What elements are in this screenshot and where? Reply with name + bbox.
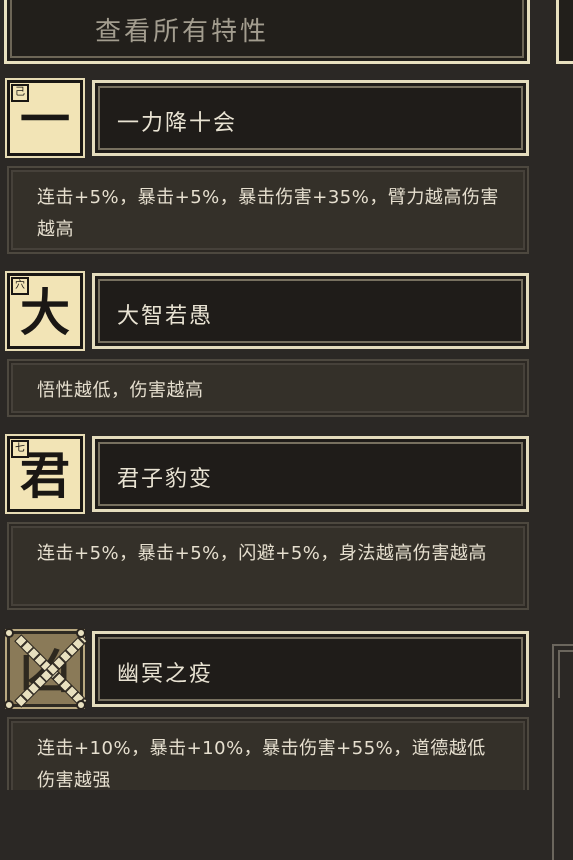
trait-name: 一力降十会 [117, 111, 238, 136]
header-panel: 查看所有特性 [4, 0, 530, 64]
trait-list: 己 一 一力降十会 连击+5%，暴击+5%，暴击伤害+35%，臂力越高伤害越高 … [0, 0, 550, 860]
chain-lock-icon [76, 700, 86, 710]
trait-name-box: 幽冥之疫 [92, 631, 529, 707]
trait-description-box: 连击+5%，暴击+5%，闪避+5%，身法越高伤害越高 [7, 522, 529, 610]
side-panel-frame [552, 644, 573, 860]
trait-name: 大智若愚 [117, 304, 214, 329]
trait-item[interactable]: 己 一 一力降十会 连击+5%，暴击+5%，暴击伤害+35%，臂力越高伤害越高 [0, 80, 550, 255]
chain-lock-icon [76, 628, 86, 638]
trait-description: 连击+5%，暴击+5%，暴击伤害+35%，臂力越高伤害越高 [37, 187, 499, 240]
list-bottom-mask [0, 790, 550, 860]
trait-icon: 七 君 [7, 436, 83, 512]
trait-description-box: 连击+5%，暴击+5%，暴击伤害+35%，臂力越高伤害越高 [7, 166, 529, 254]
trait-name: 幽冥之疫 [117, 662, 214, 687]
trait-description-box: 悟性越低，伤害越高 [7, 359, 529, 417]
chain-lock-icon [4, 700, 14, 710]
side-panel [556, 0, 573, 64]
trait-icon: 己 一 [7, 80, 83, 156]
trait-name-box: 一力降十会 [92, 80, 529, 156]
trait-description: 连击+10%，暴击+10%，暴击伤害+55%，道德越低伤害越强 [37, 738, 486, 791]
trait-name-box: 君子豹变 [92, 436, 529, 512]
trait-description: 悟性越低，伤害越高 [37, 380, 204, 401]
trait-name: 君子豹变 [117, 467, 214, 492]
trait-glyph: 一 [20, 90, 70, 149]
trait-item[interactable]: 穴 大 大智若愚 悟性越低，伤害越高 [0, 273, 550, 418]
trait-name-box: 大智若愚 [92, 273, 529, 349]
trait-icon: 穴 大 [7, 273, 83, 349]
trait-item[interactable]: 凶 幽冥之疫 连击+10%，暴击+10%，暴击伤害+55%，道德越低伤害越强 [0, 628, 550, 806]
chain-lock-icon [4, 628, 14, 638]
trait-item[interactable]: 七 君 君子豹变 连击+5%，暴击+5%，闪避+5%，身法越高伤害越高 [0, 436, 550, 611]
trait-glyph: 大 [20, 283, 70, 342]
trait-description: 连击+5%，暴击+5%，闪避+5%，身法越高伤害越高 [37, 543, 487, 564]
trait-icon: 凶 [4, 628, 88, 710]
trait-overview-screen: 己 一 一力降十会 连击+5%，暴击+5%，暴击伤害+35%，臂力越高伤害越高 … [0, 0, 573, 860]
trait-glyph: 君 [20, 446, 70, 505]
page-title: 查看所有特性 [95, 17, 270, 47]
